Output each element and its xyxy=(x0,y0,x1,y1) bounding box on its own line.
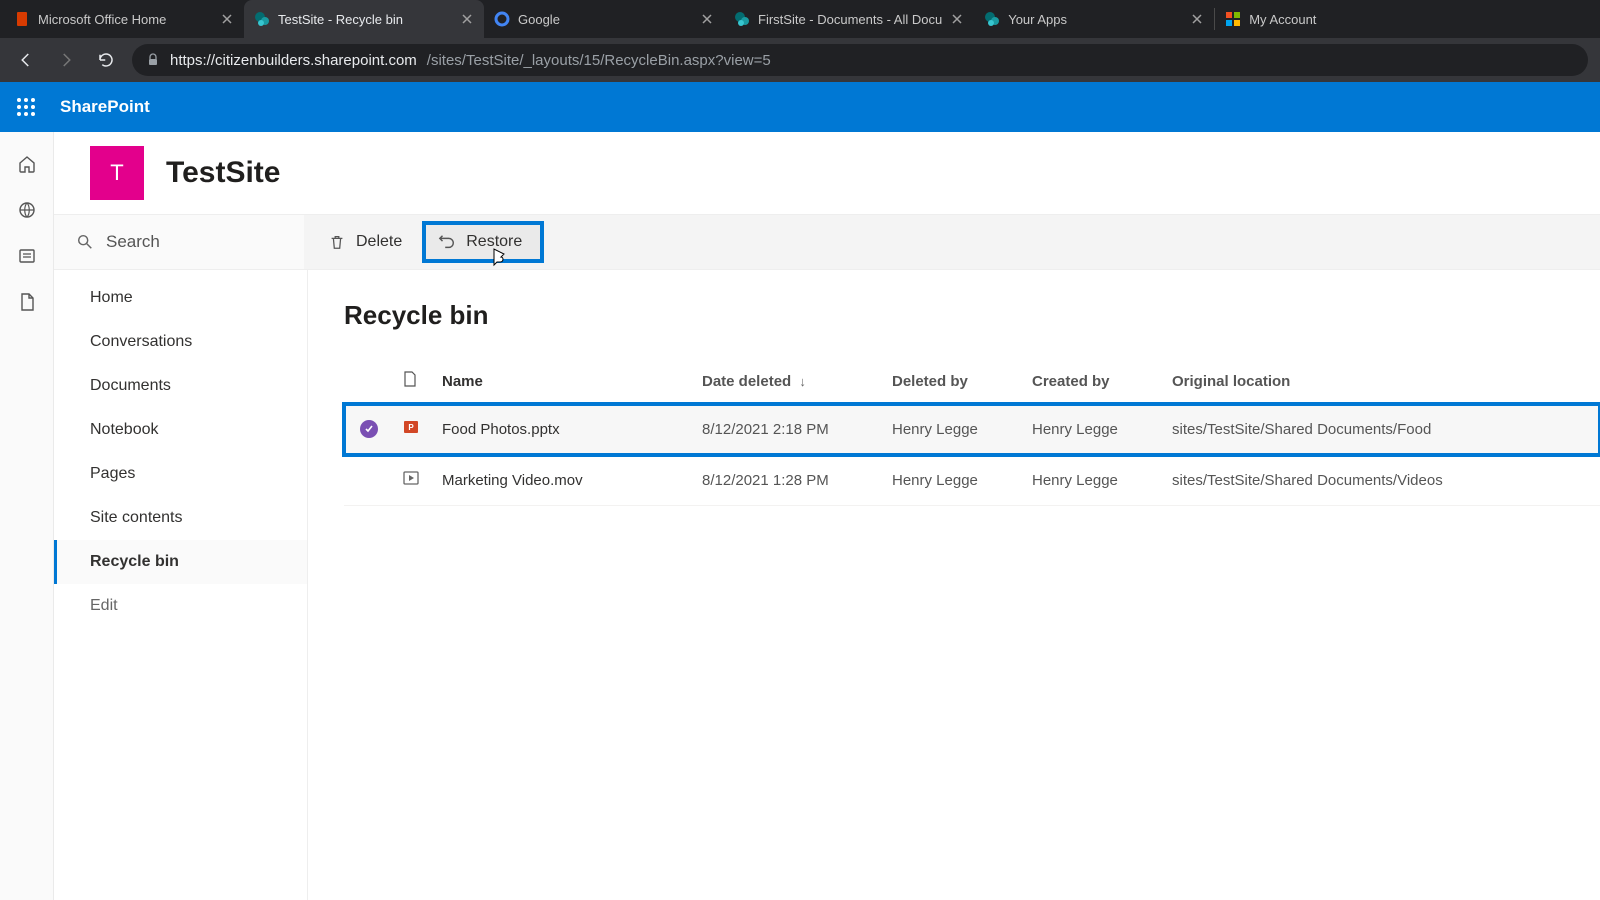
site-nav: Home Conversations Documents Notebook Pa… xyxy=(54,270,308,900)
nav-home[interactable]: Home xyxy=(54,276,307,320)
video-icon xyxy=(402,469,420,487)
google-icon xyxy=(494,11,510,27)
pptx-icon: P xyxy=(402,418,420,436)
tab-title: Google xyxy=(518,12,692,27)
tab-title: Your Apps xyxy=(1008,12,1182,27)
browser-tab-office[interactable]: Microsoft Office Home xyxy=(4,0,244,38)
content-row: Home Conversations Documents Notebook Pa… xyxy=(54,270,1600,900)
browser-tab-google[interactable]: Google xyxy=(484,0,724,38)
microsoft-icon xyxy=(1225,11,1241,27)
cell-created-by: Henry Legge xyxy=(1024,404,1164,455)
app-launcher-button[interactable] xyxy=(10,91,42,123)
nav-edit[interactable]: Edit xyxy=(54,584,307,628)
main-content: Recycle bin Name Date deleted ↓ xyxy=(308,270,1600,900)
app-rail xyxy=(0,132,54,900)
office-icon xyxy=(14,11,30,27)
browser-tab-yourapps[interactable]: Your Apps xyxy=(974,0,1214,38)
page-title: Recycle bin xyxy=(344,300,1600,331)
trash-icon xyxy=(328,233,346,251)
sort-desc-icon: ↓ xyxy=(799,374,806,389)
browser-tab-testsite[interactable]: TestSite - Recycle bin xyxy=(244,0,484,38)
search-icon xyxy=(76,233,94,251)
search-box[interactable]: Search xyxy=(54,214,304,270)
table-row[interactable]: Marketing Video.mov 8/12/2021 1:28 PM He… xyxy=(344,455,1600,506)
site-title[interactable]: TestSite xyxy=(166,156,280,190)
col-name[interactable]: Name xyxy=(434,359,694,404)
cell-name: Food Photos.pptx xyxy=(434,404,694,455)
news-icon[interactable] xyxy=(17,246,37,266)
table-header-row: Name Date deleted ↓ Deleted by Created b… xyxy=(344,359,1600,404)
undo-icon xyxy=(438,233,456,251)
restore-label: Restore xyxy=(466,233,522,251)
close-icon[interactable] xyxy=(460,12,474,26)
nav-pages[interactable]: Pages xyxy=(54,452,307,496)
nav-documents[interactable]: Documents xyxy=(54,364,307,408)
forward-button[interactable] xyxy=(52,46,80,74)
close-icon[interactable] xyxy=(950,12,964,26)
cell-deleted-by: Henry Legge xyxy=(884,404,1024,455)
document-icon xyxy=(402,371,418,387)
cell-name: Marketing Video.mov xyxy=(434,455,694,506)
tab-title: My Account xyxy=(1249,12,1385,27)
browser-chrome: Microsoft Office Home TestSite - Recycle… xyxy=(0,0,1600,82)
delete-button[interactable]: Delete xyxy=(312,225,418,259)
nav-recycle-bin[interactable]: Recycle bin xyxy=(54,540,307,584)
tab-title: FirstSite - Documents - All Docu xyxy=(758,12,942,27)
command-row: Search Delete Restore xyxy=(54,214,1600,270)
reload-button[interactable] xyxy=(92,46,120,74)
cell-location: sites/TestSite/Shared Documents/Food xyxy=(1164,404,1600,455)
col-deleted-by[interactable]: Deleted by xyxy=(884,359,1024,404)
cell-date: 8/12/2021 2:18 PM xyxy=(694,404,884,455)
sharepoint-icon xyxy=(254,11,270,27)
col-date-deleted[interactable]: Date deleted ↓ xyxy=(694,359,884,404)
address-bar[interactable]: https://citizenbuilders.sharepoint.com/s… xyxy=(132,44,1588,76)
cell-created-by: Henry Legge xyxy=(1024,455,1164,506)
shell: T TestSite Search Delete Restore H xyxy=(0,132,1600,900)
browser-tab-myaccount[interactable]: My Account xyxy=(1215,0,1395,38)
tab-title: Microsoft Office Home xyxy=(38,12,212,27)
col-created-by[interactable]: Created by xyxy=(1024,359,1164,404)
globe-icon[interactable] xyxy=(17,200,37,220)
col-select[interactable] xyxy=(344,359,394,404)
nav-conversations[interactable]: Conversations xyxy=(54,320,307,364)
command-bar: Delete Restore xyxy=(304,214,1600,270)
svg-text:P: P xyxy=(408,423,414,432)
address-row: https://citizenbuilders.sharepoint.com/s… xyxy=(0,38,1600,82)
col-date-deleted-label: Date deleted xyxy=(702,373,791,390)
back-button[interactable] xyxy=(12,46,40,74)
nav-site-contents[interactable]: Site contents xyxy=(54,496,307,540)
sharepoint-icon xyxy=(984,11,1000,27)
lock-icon xyxy=(146,53,160,67)
search-placeholder: Search xyxy=(106,232,160,252)
tab-strip: Microsoft Office Home TestSite - Recycle… xyxy=(0,0,1600,38)
file-icon[interactable] xyxy=(17,292,37,312)
suite-product-link[interactable]: SharePoint xyxy=(60,97,150,117)
cell-location: sites/TestSite/Shared Documents/Videos xyxy=(1164,455,1600,506)
suite-bar: SharePoint xyxy=(0,82,1600,132)
table-row[interactable]: P Food Photos.pptx 8/12/2021 2:18 PM Hen… xyxy=(344,404,1600,455)
col-original-location[interactable]: Original location xyxy=(1164,359,1600,404)
row-selected-icon[interactable] xyxy=(360,420,378,438)
cell-date: 8/12/2021 1:28 PM xyxy=(694,455,884,506)
close-icon[interactable] xyxy=(700,12,714,26)
tab-title: TestSite - Recycle bin xyxy=(278,12,452,27)
recyclebin-table: Name Date deleted ↓ Deleted by Created b… xyxy=(344,359,1600,506)
col-icon[interactable] xyxy=(394,359,434,404)
delete-label: Delete xyxy=(356,233,402,251)
nav-notebook[interactable]: Notebook xyxy=(54,408,307,452)
site-header: T TestSite xyxy=(54,132,1600,214)
sharepoint-icon xyxy=(734,11,750,27)
url-host: https://citizenbuilders.sharepoint.com xyxy=(170,52,417,69)
restore-button[interactable]: Restore xyxy=(424,223,542,261)
home-icon[interactable] xyxy=(17,154,37,174)
url-path: /sites/TestSite/_layouts/15/RecycleBin.a… xyxy=(427,52,771,69)
close-icon[interactable] xyxy=(1190,12,1204,26)
cell-deleted-by: Henry Legge xyxy=(884,455,1024,506)
site-logo[interactable]: T xyxy=(90,146,144,200)
site-area: T TestSite Search Delete Restore H xyxy=(54,132,1600,900)
close-icon[interactable] xyxy=(220,12,234,26)
browser-tab-firstsite[interactable]: FirstSite - Documents - All Docu xyxy=(724,0,974,38)
